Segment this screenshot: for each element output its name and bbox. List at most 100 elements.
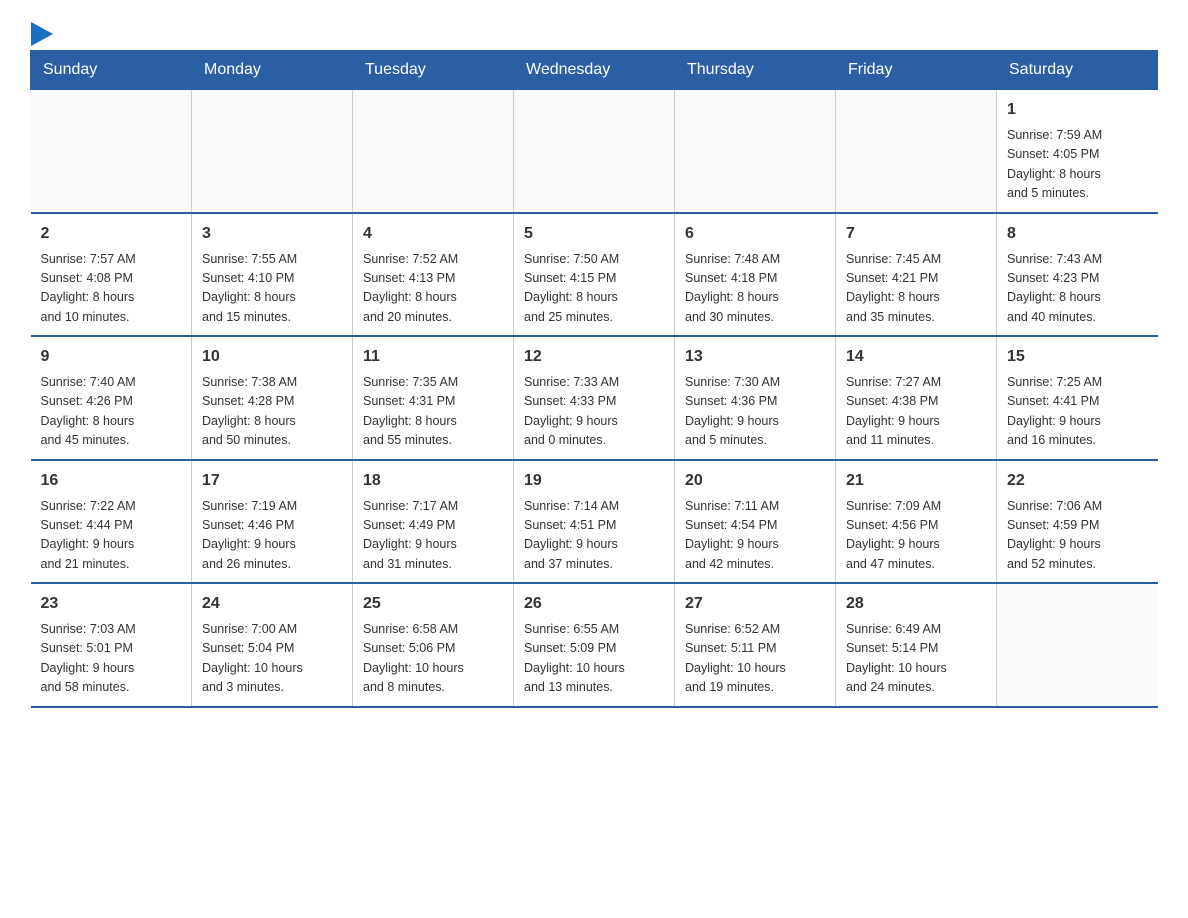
day-number: 2: [41, 222, 182, 246]
header-sunday: Sunday: [31, 51, 192, 90]
calendar-cell: [836, 90, 997, 213]
day-info: Sunrise: 7:22 AMSunset: 4:44 PMDaylight:…: [41, 497, 182, 575]
day-info: Sunrise: 7:17 AMSunset: 4:49 PMDaylight:…: [363, 497, 503, 575]
calendar-cell: 19 Sunrise: 7:14 AMSunset: 4:51 PMDayligh…: [514, 460, 675, 584]
day-number: 22: [1007, 469, 1148, 493]
calendar-cell: 14 Sunrise: 7:27 AMSunset: 4:38 PMDayligh…: [836, 336, 997, 460]
calendar-cell: 21 Sunrise: 7:09 AMSunset: 4:56 PMDayligh…: [836, 460, 997, 584]
day-info: Sunrise: 7:27 AMSunset: 4:38 PMDaylight:…: [846, 373, 986, 451]
calendar-cell: [675, 90, 836, 213]
day-info: Sunrise: 6:52 AMSunset: 5:11 PMDaylight:…: [685, 620, 825, 698]
calendar-cell: 17 Sunrise: 7:19 AMSunset: 4:46 PMDayligh…: [192, 460, 353, 584]
calendar-header-row: SundayMondayTuesdayWednesdayThursdayFrid…: [31, 51, 1158, 90]
header-tuesday: Tuesday: [353, 51, 514, 90]
day-number: 20: [685, 469, 825, 493]
calendar-cell: 1Sunrise: 7:59 AMSunset: 4:05 PMDaylight…: [997, 90, 1158, 213]
day-number: 11: [363, 345, 503, 369]
logo: [30, 20, 54, 40]
day-info: Sunrise: 7:50 AMSunset: 4:15 PMDaylight:…: [524, 250, 664, 328]
calendar-table: SundayMondayTuesdayWednesdayThursdayFrid…: [30, 50, 1158, 708]
day-info: Sunrise: 7:40 AMSunset: 4:26 PMDaylight:…: [41, 373, 182, 451]
day-number: 14: [846, 345, 986, 369]
day-number: 21: [846, 469, 986, 493]
day-number: 26: [524, 592, 664, 616]
day-info: Sunrise: 7:06 AMSunset: 4:59 PMDaylight:…: [1007, 497, 1148, 575]
day-info: Sunrise: 7:03 AMSunset: 5:01 PMDaylight:…: [41, 620, 182, 698]
calendar-cell: 2 Sunrise: 7:57 AMSunset: 4:08 PMDaylight…: [31, 213, 192, 337]
day-number: 15: [1007, 345, 1148, 369]
calendar-cell: 12 Sunrise: 7:33 AMSunset: 4:33 PMDayligh…: [514, 336, 675, 460]
calendar-cell: 24 Sunrise: 7:00 AMSunset: 5:04 PMDayligh…: [192, 583, 353, 707]
calendar-cell: 9 Sunrise: 7:40 AMSunset: 4:26 PMDaylight…: [31, 336, 192, 460]
header-thursday: Thursday: [675, 51, 836, 90]
calendar-cell: 18 Sunrise: 7:17 AMSunset: 4:49 PMDayligh…: [353, 460, 514, 584]
calendar-cell: 8Sunrise: 7:43 AMSunset: 4:23 PMDaylight…: [997, 213, 1158, 337]
day-number: 23: [41, 592, 182, 616]
calendar-cell: 10Sunrise: 7:38 AMSunset: 4:28 PMDayligh…: [192, 336, 353, 460]
header-friday: Friday: [836, 51, 997, 90]
day-info: Sunrise: 7:57 AMSunset: 4:08 PMDaylight:…: [41, 250, 182, 328]
day-number: 19: [524, 469, 664, 493]
day-info: Sunrise: 7:48 AMSunset: 4:18 PMDaylight:…: [685, 250, 825, 328]
calendar-cell: [514, 90, 675, 213]
day-number: 9: [41, 345, 182, 369]
calendar-cell: 27 Sunrise: 6:52 AMSunset: 5:11 PMDayligh…: [675, 583, 836, 707]
calendar-cell: 7 Sunrise: 7:45 AMSunset: 4:21 PMDaylight…: [836, 213, 997, 337]
day-info: Sunrise: 7:25 AMSunset: 4:41 PMDaylight:…: [1007, 373, 1148, 451]
calendar-cell: 13 Sunrise: 7:30 AMSunset: 4:36 PMDayligh…: [675, 336, 836, 460]
week-row-2: 9 Sunrise: 7:40 AMSunset: 4:26 PMDaylight…: [31, 336, 1158, 460]
day-number: 3: [202, 222, 342, 246]
header-monday: Monday: [192, 51, 353, 90]
calendar-cell: [353, 90, 514, 213]
day-info: Sunrise: 7:59 AMSunset: 4:05 PMDaylight:…: [1007, 126, 1148, 204]
day-number: 4: [363, 222, 503, 246]
logo-arrow-icon: [31, 22, 53, 46]
calendar-cell: [997, 583, 1158, 707]
calendar-cell: [31, 90, 192, 213]
day-info: Sunrise: 7:55 AMSunset: 4:10 PMDaylight:…: [202, 250, 342, 328]
day-number: 13: [685, 345, 825, 369]
day-number: 16: [41, 469, 182, 493]
day-number: 17: [202, 469, 342, 493]
calendar-header: SundayMondayTuesdayWednesdayThursdayFrid…: [31, 51, 1158, 90]
day-info: Sunrise: 7:30 AMSunset: 4:36 PMDaylight:…: [685, 373, 825, 451]
week-row-3: 16 Sunrise: 7:22 AMSunset: 4:44 PMDayligh…: [31, 460, 1158, 584]
calendar-cell: 25 Sunrise: 6:58 AMSunset: 5:06 PMDayligh…: [353, 583, 514, 707]
day-info: Sunrise: 6:49 AMSunset: 5:14 PMDaylight:…: [846, 620, 986, 698]
week-row-0: 1Sunrise: 7:59 AMSunset: 4:05 PMDaylight…: [31, 90, 1158, 213]
day-info: Sunrise: 7:09 AMSunset: 4:56 PMDaylight:…: [846, 497, 986, 575]
day-info: Sunrise: 7:43 AMSunset: 4:23 PMDaylight:…: [1007, 250, 1148, 328]
calendar-cell: 5Sunrise: 7:50 AMSunset: 4:15 PMDaylight…: [514, 213, 675, 337]
day-info: Sunrise: 7:35 AMSunset: 4:31 PMDaylight:…: [363, 373, 503, 451]
calendar-cell: 23 Sunrise: 7:03 AMSunset: 5:01 PMDayligh…: [31, 583, 192, 707]
calendar-cell: 4Sunrise: 7:52 AMSunset: 4:13 PMDaylight…: [353, 213, 514, 337]
day-info: Sunrise: 7:19 AMSunset: 4:46 PMDaylight:…: [202, 497, 342, 575]
week-row-1: 2 Sunrise: 7:57 AMSunset: 4:08 PMDaylight…: [31, 213, 1158, 337]
calendar-body: 1Sunrise: 7:59 AMSunset: 4:05 PMDaylight…: [31, 90, 1158, 707]
day-info: Sunrise: 7:14 AMSunset: 4:51 PMDaylight:…: [524, 497, 664, 575]
header-wednesday: Wednesday: [514, 51, 675, 90]
day-number: 25: [363, 592, 503, 616]
day-info: Sunrise: 7:38 AMSunset: 4:28 PMDaylight:…: [202, 373, 342, 451]
day-info: Sunrise: 7:45 AMSunset: 4:21 PMDaylight:…: [846, 250, 986, 328]
calendar-cell: 28 Sunrise: 6:49 AMSunset: 5:14 PMDayligh…: [836, 583, 997, 707]
calendar-cell: 15 Sunrise: 7:25 AMSunset: 4:41 PMDayligh…: [997, 336, 1158, 460]
day-number: 27: [685, 592, 825, 616]
page-header: [30, 20, 1158, 40]
day-number: 12: [524, 345, 664, 369]
calendar-cell: 3 Sunrise: 7:55 AMSunset: 4:10 PMDaylight…: [192, 213, 353, 337]
calendar-cell: [192, 90, 353, 213]
calendar-cell: 20Sunrise: 7:11 AMSunset: 4:54 PMDayligh…: [675, 460, 836, 584]
day-number: 7: [846, 222, 986, 246]
day-number: 28: [846, 592, 986, 616]
day-number: 18: [363, 469, 503, 493]
day-info: Sunrise: 7:33 AMSunset: 4:33 PMDaylight:…: [524, 373, 664, 451]
calendar-cell: 6Sunrise: 7:48 AMSunset: 4:18 PMDaylight…: [675, 213, 836, 337]
day-info: Sunrise: 6:55 AMSunset: 5:09 PMDaylight:…: [524, 620, 664, 698]
day-number: 24: [202, 592, 342, 616]
calendar-cell: 16 Sunrise: 7:22 AMSunset: 4:44 PMDayligh…: [31, 460, 192, 584]
day-info: Sunrise: 7:00 AMSunset: 5:04 PMDaylight:…: [202, 620, 342, 698]
week-row-4: 23 Sunrise: 7:03 AMSunset: 5:01 PMDayligh…: [31, 583, 1158, 707]
day-info: Sunrise: 6:58 AMSunset: 5:06 PMDaylight:…: [363, 620, 503, 698]
header-saturday: Saturday: [997, 51, 1158, 90]
